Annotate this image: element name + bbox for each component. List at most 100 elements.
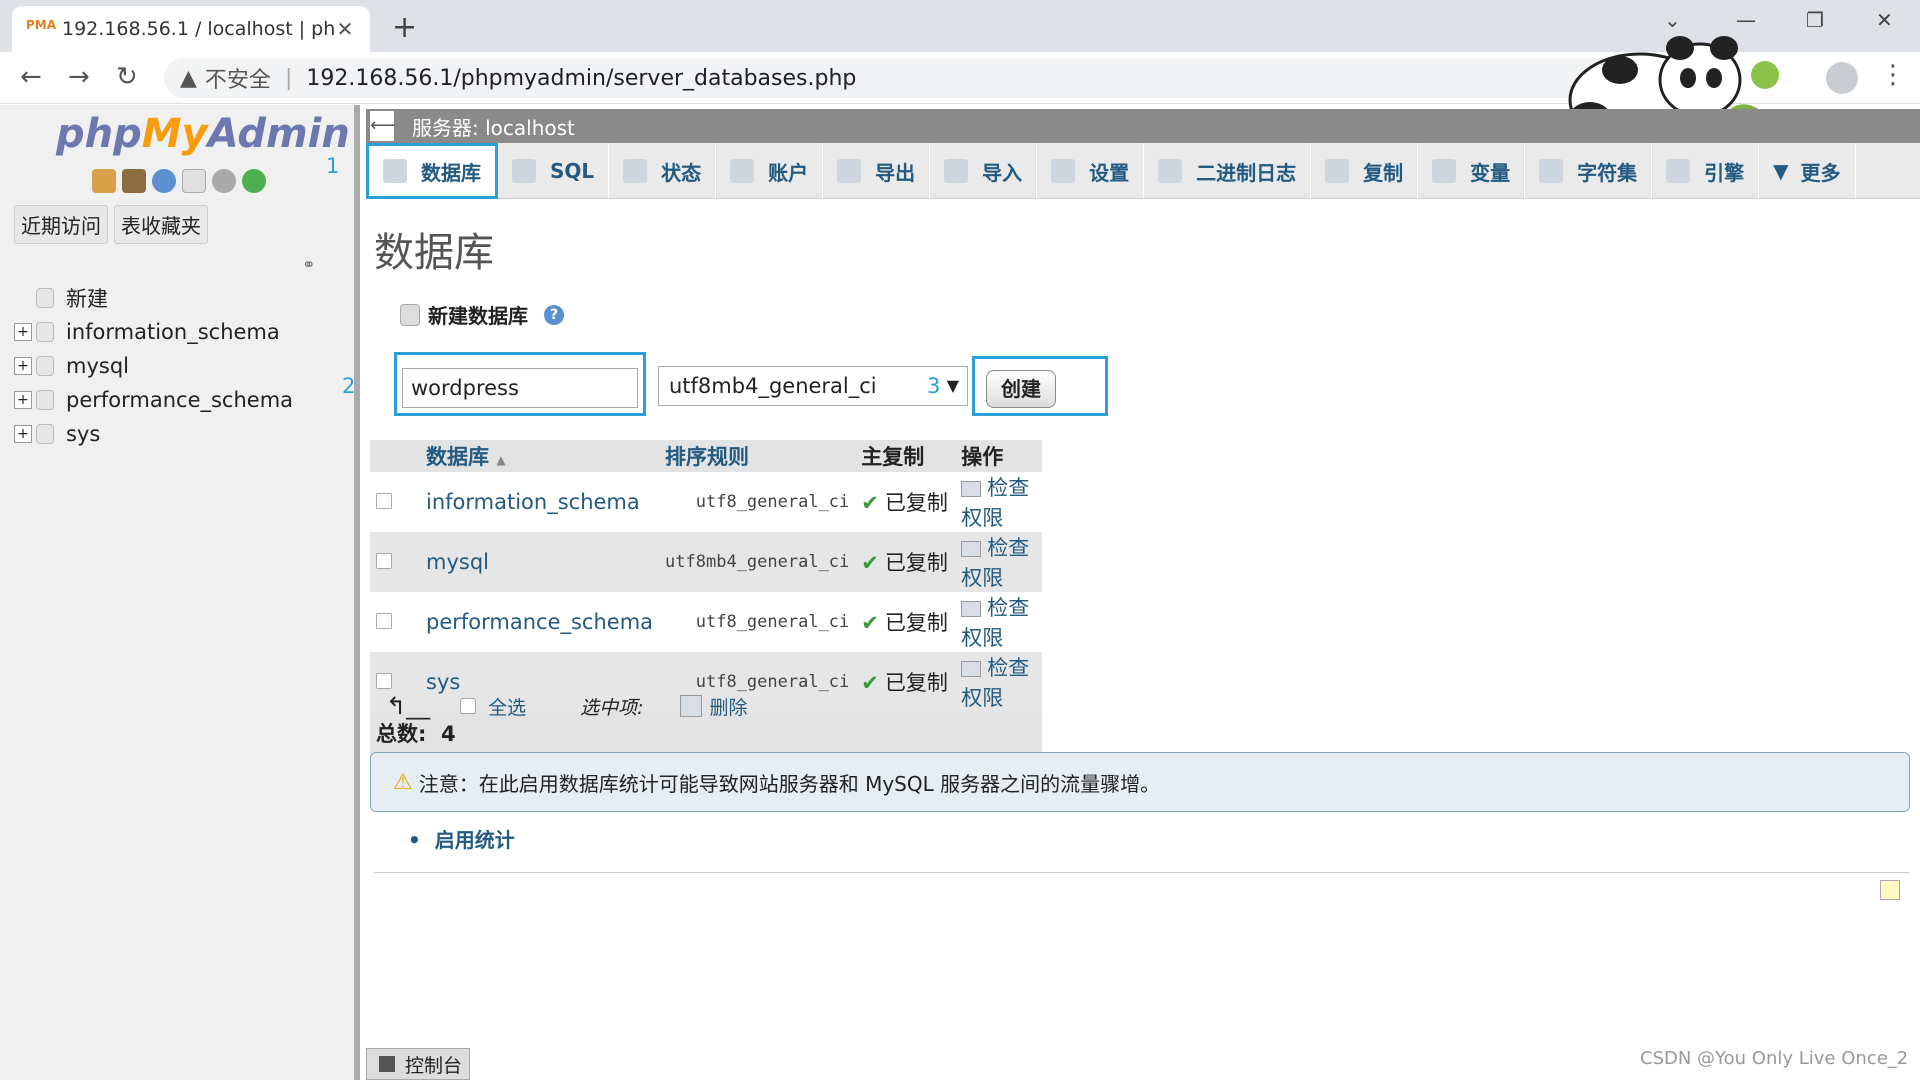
- variables-icon: [1432, 159, 1457, 183]
- tab-label: 引擎: [1704, 160, 1745, 185]
- tab-replication[interactable]: 复制: [1311, 143, 1419, 199]
- expand-icon[interactable]: +: [14, 323, 32, 341]
- database-link[interactable]: performance_schema: [420, 592, 659, 652]
- minimize-icon[interactable]: —: [1736, 8, 1756, 32]
- link-icon[interactable]: ⚭: [302, 255, 315, 274]
- header-database[interactable]: 数据库 ▲: [420, 440, 660, 472]
- sort-database-link[interactable]: 数据库: [426, 445, 489, 469]
- server-breadcrumb[interactable]: 服务器: localhost: [412, 112, 575, 141]
- expand-icon[interactable]: +: [14, 425, 32, 443]
- header-checkbox-col: [370, 440, 420, 472]
- tree-item-sys[interactable]: + sys: [14, 417, 293, 451]
- refresh-icon[interactable]: [242, 169, 266, 193]
- reload-icon[interactable]: ↻: [116, 62, 138, 92]
- total-label: 总数:: [376, 722, 427, 746]
- check-icon: ✔: [861, 551, 879, 575]
- console-button[interactable]: 控制台: [366, 1048, 470, 1080]
- tab-more[interactable]: ▼ 更多: [1759, 143, 1856, 199]
- expand-icon[interactable]: +: [14, 391, 32, 409]
- collation-cell: utf8_general_ci: [695, 492, 850, 512]
- select-all-checkbox[interactable]: [460, 698, 477, 714]
- privileges-icon: [961, 661, 982, 677]
- help-icon[interactable]: ?: [544, 304, 564, 325]
- tree-item-mysql[interactable]: + mysql: [14, 349, 293, 383]
- note-icon[interactable]: [1880, 880, 1900, 900]
- tab-label: SQL: [550, 159, 595, 183]
- tab-search-icon[interactable]: ⌄: [1664, 8, 1681, 32]
- close-tab-icon[interactable]: ✕: [334, 17, 356, 41]
- create-button[interactable]: 创建: [986, 370, 1056, 408]
- tree-item-label: information_schema: [66, 320, 280, 344]
- check-icon: ✔: [861, 491, 879, 515]
- replication-cell: ✔ 已复制: [855, 592, 955, 652]
- tab-label: 复制: [1363, 160, 1404, 185]
- wrench-icon: [1051, 159, 1076, 183]
- statistics-notice: ⚠ 注意：在此启用数据库统计可能导致网站服务器和 MySQL 服务器之间的流量骤…: [370, 752, 1910, 812]
- delete-button[interactable]: 删除: [710, 693, 748, 720]
- browser-menu-icon[interactable]: ⋮: [1880, 60, 1906, 90]
- phpmyadmin-logo[interactable]: phpMyAdmin: [56, 111, 350, 157]
- gear-icon[interactable]: [212, 169, 236, 193]
- favorites-button[interactable]: 表收藏夹: [114, 205, 208, 244]
- tab-import[interactable]: 导入: [930, 143, 1038, 199]
- url-text: 192.168.56.1/phpmyadmin/server_databases…: [306, 65, 857, 91]
- pma-favicon-icon: PMA: [26, 18, 57, 32]
- tab-variables[interactable]: 变量: [1418, 143, 1526, 199]
- new-db-icon: [400, 303, 420, 326]
- database-link[interactable]: information_schema: [420, 472, 659, 532]
- row-checkbox[interactable]: [376, 553, 392, 569]
- tab-accounts[interactable]: 账户: [716, 143, 824, 199]
- help-icon[interactable]: [152, 169, 176, 193]
- tab-engines[interactable]: 引擎: [1652, 143, 1760, 199]
- privileges-icon: [961, 541, 982, 557]
- profile-icon[interactable]: [1826, 62, 1858, 94]
- row-checkbox[interactable]: [376, 493, 392, 509]
- tree-item-label: sys: [66, 422, 101, 446]
- database-name-input[interactable]: wordpress: [402, 368, 638, 408]
- privileges-icon: [961, 481, 982, 497]
- forward-icon[interactable]: →: [68, 62, 90, 92]
- header-collation[interactable]: 排序规则: [659, 440, 856, 472]
- home-icon[interactable]: [92, 169, 116, 193]
- back-icon[interactable]: ←: [20, 62, 42, 92]
- tab-export[interactable]: 导出: [823, 143, 931, 199]
- recent-button[interactable]: 近期访问: [14, 205, 108, 244]
- warning-icon: ⚠: [393, 769, 413, 795]
- close-window-icon[interactable]: ✕: [1876, 8, 1893, 32]
- new-tab-button[interactable]: +: [392, 10, 417, 45]
- logout-icon[interactable]: [122, 169, 146, 193]
- url-field[interactable]: ▲ 不安全 | 192.168.56.1/phpmyadmin/server_d…: [164, 58, 1624, 98]
- row-checkbox[interactable]: [376, 673, 392, 689]
- enable-statistics-link[interactable]: • 启用统计: [408, 824, 515, 853]
- docs-icon[interactable]: [182, 169, 206, 193]
- browser-tab[interactable]: PMA 192.168.56.1 / localhost | phpM ✕: [12, 6, 370, 52]
- check-icon: ✔: [861, 611, 879, 635]
- logo-php: php: [56, 111, 142, 157]
- table-row: performance_schema utf8_general_ci ✔ 已复制 …: [370, 592, 1042, 652]
- tab-label: 变量: [1470, 160, 1511, 185]
- tab-charsets[interactable]: 字符集: [1525, 143, 1653, 199]
- sort-collation-link[interactable]: 排序规则: [665, 445, 749, 469]
- panel-buttons: 近期访问 表收藏夹: [14, 205, 208, 244]
- collation-select[interactable]: utf8mb4_general_ci 3 ▼: [658, 366, 968, 406]
- database-link[interactable]: mysql: [420, 532, 660, 592]
- select-all-label[interactable]: 全选: [488, 693, 526, 720]
- tree-item-new[interactable]: 新建: [14, 281, 293, 315]
- tab-databases[interactable]: 数据库: [366, 143, 498, 199]
- tab-settings[interactable]: 设置: [1037, 143, 1145, 199]
- server-breadcrumb-bar: ⟵ 服务器: localhost: [366, 109, 1920, 143]
- tree-item-information-schema[interactable]: + information_schema: [14, 315, 293, 349]
- tab-label: 二进制日志: [1196, 160, 1297, 185]
- tree-item-performance-schema[interactable]: + performance_schema: [14, 383, 293, 417]
- action-cell: 检查权限: [955, 472, 1042, 532]
- collapse-panel-icon[interactable]: ⟵: [370, 111, 396, 141]
- replication-status: 已复制: [884, 491, 948, 515]
- tab-binlog[interactable]: 二进制日志: [1144, 143, 1312, 199]
- row-checkbox[interactable]: [376, 613, 392, 629]
- expand-icon[interactable]: +: [14, 357, 32, 375]
- new-db-icon: [36, 288, 54, 308]
- tab-status[interactable]: 状态: [609, 143, 717, 199]
- tab-label: 导出: [875, 160, 916, 185]
- restore-icon[interactable]: ❐: [1806, 8, 1824, 32]
- tab-sql[interactable]: SQL: [498, 143, 610, 199]
